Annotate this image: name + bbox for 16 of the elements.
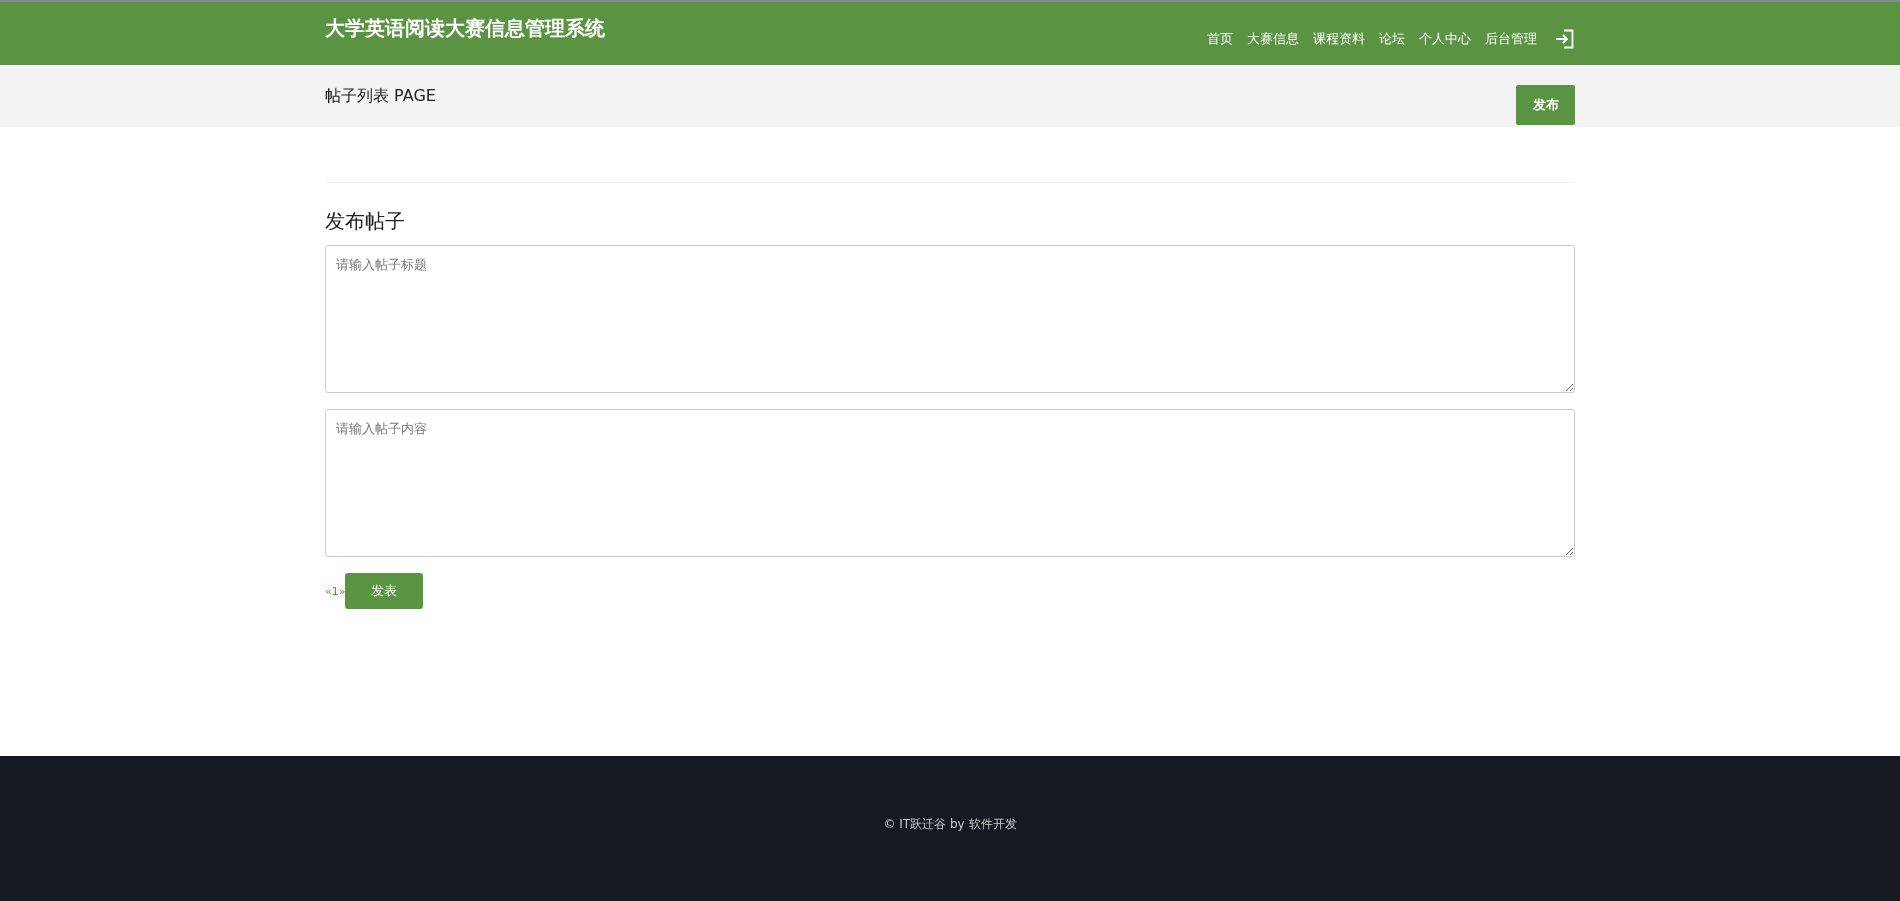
copyright-text: © IT跃迁谷 by 软件开发 (883, 816, 1017, 833)
pager-link[interactable]: «1» (325, 584, 346, 598)
submit-button[interactable]: 发表 (345, 573, 424, 609)
nav-link[interactable]: 课程资料 (1313, 29, 1365, 48)
title-field[interactable]: 请输入帖子标题 (325, 245, 1575, 393)
nav-link[interactable]: 个人中心 (1419, 29, 1471, 48)
nav-link[interactable]: 论坛 (1379, 29, 1405, 48)
login-icon[interactable] (1555, 28, 1575, 49)
nav-link[interactable]: 后台管理 (1485, 29, 1537, 48)
site-title: 大学英语阅读大赛信息管理系统 (325, 15, 605, 42)
publish-button[interactable]: 发布 (1516, 85, 1575, 125)
nav-link[interactable]: 首页 (1207, 29, 1233, 48)
form-heading: 发布帖子 (325, 208, 406, 235)
content-field[interactable]: 请输入帖子内容 (325, 409, 1575, 557)
nav-link[interactable]: 大赛信息 (1247, 29, 1299, 48)
page-title: 帖子列表 PAGE (325, 86, 436, 107)
